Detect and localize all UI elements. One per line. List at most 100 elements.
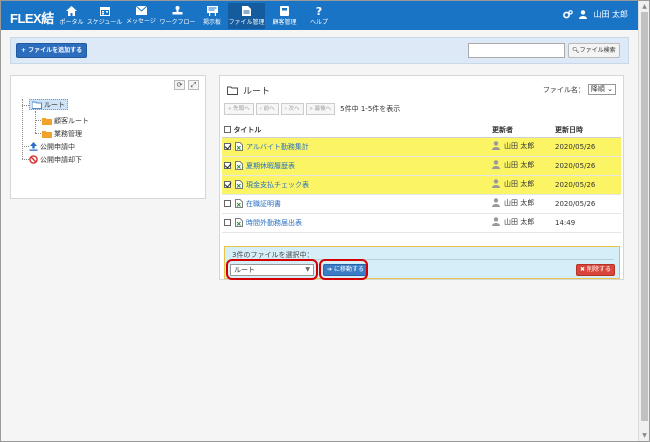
chevron-down-icon: ⌄ <box>607 85 613 93</box>
tree-connector <box>35 133 41 134</box>
nav-portal[interactable]: ポータル <box>58 3 85 29</box>
tree-connector <box>22 159 29 160</box>
nav-label: ワークフロー <box>159 19 196 26</box>
row-checkbox[interactable] <box>224 219 231 226</box>
app-logo[interactable]: FLEX結 <box>10 8 54 27</box>
updater-column-header: 更新者 <box>490 123 553 138</box>
vertical-scrollbar[interactable]: ▲ ▼ <box>638 1 649 441</box>
updater-name: 山田 太郎 <box>504 160 535 169</box>
scroll-up-icon[interactable]: ▲ <box>640 2 649 11</box>
tree-node-rejected[interactable]: 公開申請却下 <box>29 154 82 165</box>
nav-label: ファイル管理 <box>228 19 265 26</box>
table-row[interactable]: アルバイト勤務集計 山田 太郎 2020/05/26 <box>222 137 621 157</box>
table-row[interactable]: 夏期休暇履歴表 山田 太郎 2020/05/26 <box>222 156 621 176</box>
nav-customer-management[interactable]: 顧客管理 <box>266 3 303 29</box>
updated-date: 2020/05/26 <box>553 194 621 214</box>
nav-board[interactable]: 掲示板 <box>197 3 227 29</box>
tree-node-label: 業務管理 <box>54 129 82 138</box>
sort-label: ファイル名： <box>542 85 585 94</box>
folder-tree-panel: ⟳ ⤢ ルート 顧客ルート 業務管理 公開申請中 公開申請却下 <box>10 75 206 199</box>
tree-connector <box>35 120 41 121</box>
nav-label: ポータル <box>59 19 84 26</box>
tree-tools: ⟳ ⤢ <box>174 80 199 90</box>
file-icon <box>242 6 251 16</box>
user-icon <box>492 179 500 189</box>
file-title-link[interactable]: 現金支払チェック表 <box>246 181 309 189</box>
next-page-button[interactable]: › 次へ <box>280 103 304 115</box>
tree-connector <box>35 111 36 133</box>
first-page-button[interactable]: « 先頭へ <box>224 103 254 115</box>
tree-node-label: 公開申請中 <box>40 142 75 151</box>
pagination: « 先頭へ ‹ 前へ › 次へ » 最後へ 5件中 1-5件を表示 <box>224 103 400 115</box>
last-page-button[interactable]: » 最後へ <box>305 103 336 115</box>
file-title-link[interactable]: 時間外勤務届出表 <box>246 219 302 227</box>
delete-button[interactable]: ✖ 削除する <box>576 264 615 276</box>
row-checkbox[interactable] <box>224 200 231 207</box>
close-icon: ✖ <box>580 266 587 273</box>
title-column-header: タイトル <box>222 123 490 138</box>
row-checkbox[interactable] <box>224 181 231 188</box>
file-title-link[interactable]: アルバイト勤務集計 <box>246 143 309 151</box>
settings-icon[interactable] <box>563 10 574 19</box>
prev-page-button[interactable]: ‹ 前へ <box>255 103 279 115</box>
file-search-button[interactable]: 🔍︎ファイル検索 <box>568 43 620 58</box>
nav-label: 掲示板 <box>202 19 221 26</box>
help-icon: ? <box>316 6 322 16</box>
nav-help[interactable]: ? ヘルプ <box>304 3 334 29</box>
nav-label: スケジュール <box>86 19 123 26</box>
user-name[interactable]: 山田 太郎 <box>593 9 628 20</box>
sort-order-value: 降順 <box>590 85 605 93</box>
row-checkbox[interactable] <box>224 162 231 169</box>
tree-connector <box>22 105 29 106</box>
search-icon: 🔍︎ <box>572 47 580 54</box>
tree-connector <box>22 146 29 147</box>
table-row[interactable]: 時間外勤務届出表 山田 太郎 14:49 <box>222 213 621 233</box>
nav-workflow[interactable]: ワークフロー <box>159 3 196 29</box>
tree-node-root[interactable]: ルート <box>29 99 68 110</box>
user-icon <box>492 160 500 170</box>
refresh-icon[interactable]: ⟳ <box>174 80 185 90</box>
row-checkbox[interactable] <box>224 143 231 150</box>
main-area: + ファイルを追加する 🔍︎ファイル検索 ⟳ ⤢ ルート 顧客ルート 業務管理 … <box>1 30 638 441</box>
main-nav: ポータル スケジュール メッセージ ワークフロー 掲示板 ファイル管理 顧客管理… <box>58 3 335 29</box>
updater-name: 山田 太郎 <box>504 179 535 188</box>
nav-message[interactable]: メッセージ <box>124 3 158 29</box>
updater-name: 山田 太郎 <box>504 141 535 150</box>
updated-date: 2020/05/26 <box>553 156 621 176</box>
calendar-icon <box>99 7 110 16</box>
nav-file-management[interactable]: ファイル管理 <box>228 3 265 29</box>
tree-node-business[interactable]: 業務管理 <box>42 128 82 139</box>
add-file-button[interactable]: + ファイルを追加する <box>16 43 88 58</box>
tree-node-publishing[interactable]: 公開申請中 <box>29 141 75 152</box>
sort-order-select[interactable]: 降順 ⌄ <box>587 84 616 95</box>
annotation-highlight-move <box>319 259 368 280</box>
nav-label: メッセージ <box>126 18 156 25</box>
file-search-input[interactable] <box>468 43 565 58</box>
expand-icon[interactable]: ⤢ <box>188 80 199 90</box>
tree-node-customer-root[interactable]: 顧客ルート <box>42 115 89 126</box>
stamp-icon <box>172 6 183 15</box>
annotation-highlight-select <box>226 259 318 280</box>
excel-file-icon <box>235 161 243 170</box>
delete-button-label: 削除する <box>586 266 611 273</box>
select-all-checkbox[interactable] <box>224 126 231 134</box>
updated-at-column-header: 更新日時 <box>553 123 621 138</box>
nav-schedule[interactable]: スケジュール <box>86 3 123 29</box>
file-title-link[interactable]: 夏期休暇履歴表 <box>246 162 295 170</box>
nav-label: ヘルプ <box>309 19 328 26</box>
updater-name: 山田 太郎 <box>504 198 535 207</box>
file-title-link[interactable]: 在職証明書 <box>246 200 281 208</box>
sort-control: ファイル名： 降順 ⌄ <box>543 84 616 95</box>
file-search-label: ファイル検索 <box>579 47 616 54</box>
scroll-down-icon[interactable]: ▼ <box>640 431 649 440</box>
folder-icon <box>42 130 52 138</box>
selection-actions: 3件のファイルを選択中： ルート ▼ ➔ に移動する ✖ 削除する <box>224 246 620 280</box>
table-row[interactable]: 現金支払チェック表 山田 太郎 2020/05/26 <box>222 175 621 195</box>
table-row[interactable]: 在職証明書 山田 太郎 2020/05/26 <box>222 194 621 214</box>
excel-file-icon <box>235 142 243 151</box>
scroll-thumb[interactable] <box>641 12 648 421</box>
tree-node-label: 顧客ルート <box>54 116 89 125</box>
pagination-summary: 5件中 1-5件を表示 <box>340 105 401 113</box>
nav-label: 顧客管理 <box>272 19 297 26</box>
table-header-row: タイトル 更新者 更新日時 <box>222 123 621 138</box>
